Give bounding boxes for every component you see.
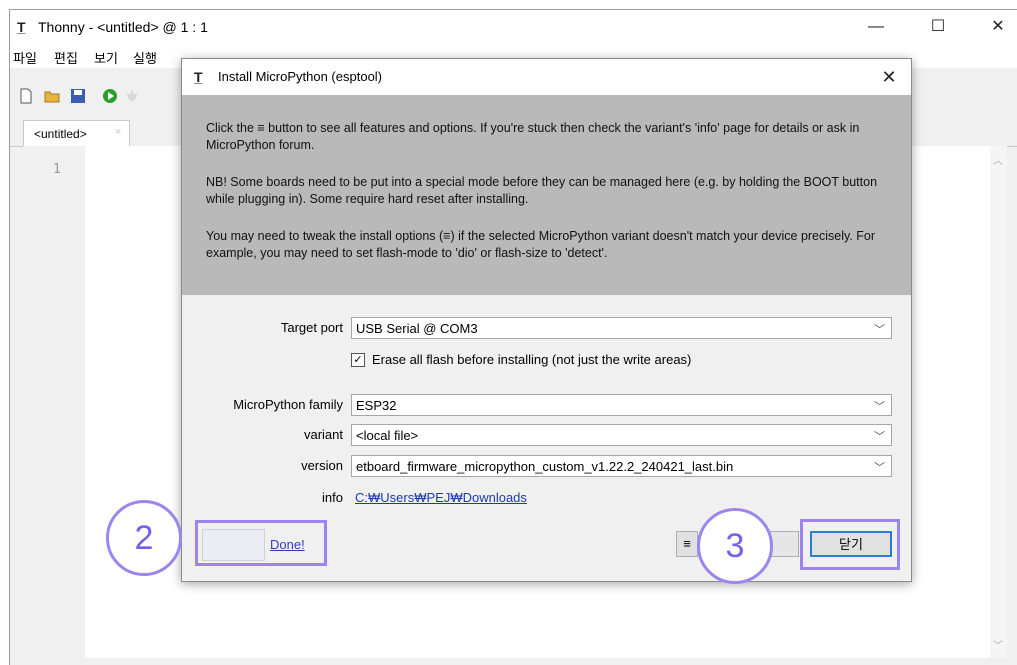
variant-select[interactable]: <local file> ﹀ xyxy=(351,424,892,446)
callout-2: 2 xyxy=(106,500,182,576)
info-paragraph: Click the ≡ button to see all features a… xyxy=(206,121,860,152)
variant-value: <local file> xyxy=(356,428,419,443)
family-label: MicroPython family xyxy=(233,397,343,412)
menu-edit[interactable]: 편집 xyxy=(54,48,78,67)
highlight-done xyxy=(195,520,327,566)
thonny-logo-icon: T̲ xyxy=(17,19,26,35)
highlight-close-button xyxy=(800,519,900,570)
version-label: version xyxy=(301,458,343,473)
dialog-title-bar: T̲ Install MicroPython (esptool) ✕ xyxy=(182,59,911,95)
version-value: etboard_firmware_micropython_custom_v1.2… xyxy=(356,459,734,474)
target-port-label: Target port xyxy=(280,320,343,335)
open-folder-icon[interactable] xyxy=(44,88,60,104)
chevron-down-icon: ﹀ xyxy=(874,462,885,474)
new-file-icon[interactable] xyxy=(18,88,34,104)
maximize-button[interactable]: ☐ xyxy=(916,13,960,41)
line-number: 1 xyxy=(53,162,61,177)
scroll-up-icon[interactable]: ︿ xyxy=(993,152,1003,167)
info-paragraph: You may need to tweak the install option… xyxy=(206,229,876,260)
minimize-button[interactable]: — xyxy=(854,13,898,41)
info-link[interactable]: C:₩Users₩PEJ₩Downloads xyxy=(355,490,527,505)
family-value: ESP32 xyxy=(356,398,397,413)
close-window-button[interactable]: ✕ xyxy=(976,13,1017,41)
erase-flash-label[interactable]: Erase all flash before installing (not j… xyxy=(372,352,691,367)
menu-run[interactable]: 실행 xyxy=(133,48,157,67)
info-label: info xyxy=(322,490,343,505)
line-number-gutter: 1 xyxy=(23,146,85,658)
variant-label: variant xyxy=(303,427,343,442)
tab-label: <untitled> xyxy=(34,127,87,141)
target-port-select[interactable]: USB Serial @ COM3 ﹀ xyxy=(351,317,892,339)
install-micropython-dialog: T̲ Install MicroPython (esptool) ✕ Click… xyxy=(181,58,912,582)
dialog-close-button[interactable]: ✕ xyxy=(867,61,911,93)
window-title: Thonny - <untitled> @ 1 : 1 xyxy=(38,19,208,35)
tab-untitled[interactable]: <untitled> × xyxy=(23,120,130,146)
title-bar: T̲ Thonny - <untitled> @ 1 : 1 — ☐ ✕ xyxy=(10,10,1017,46)
save-icon[interactable] xyxy=(70,88,86,104)
run-icon[interactable] xyxy=(102,88,118,104)
callout-3: 3 xyxy=(697,508,773,584)
info-panel: Click the ≡ button to see all features a… xyxy=(182,95,911,295)
chevron-down-icon: ﹀ xyxy=(874,401,885,413)
version-select[interactable]: etboard_firmware_micropython_custom_v1.2… xyxy=(351,455,892,477)
menu-view[interactable]: 보기 xyxy=(94,48,118,67)
chevron-down-icon: ﹀ xyxy=(874,431,885,443)
menu-file[interactable]: 파일 xyxy=(13,48,37,67)
options-menu-button[interactable]: ≡ xyxy=(676,531,698,557)
scroll-down-icon[interactable]: ﹀ xyxy=(993,637,1003,652)
family-select[interactable]: ESP32 ﹀ xyxy=(351,394,892,416)
thonny-logo-icon: T̲ xyxy=(194,69,203,85)
erase-flash-checkbox[interactable]: ✓ xyxy=(351,353,365,367)
vertical-scrollbar[interactable]: ︿ ﹀ xyxy=(990,146,1007,658)
chevron-down-icon: ﹀ xyxy=(874,324,885,336)
target-port-value: USB Serial @ COM3 xyxy=(356,321,478,336)
info-paragraph: NB! Some boards need to be put into a sp… xyxy=(206,175,878,206)
debug-icon[interactable] xyxy=(124,88,140,104)
dialog-title: Install MicroPython (esptool) xyxy=(218,69,383,84)
close-tab-icon[interactable]: × xyxy=(115,126,121,138)
